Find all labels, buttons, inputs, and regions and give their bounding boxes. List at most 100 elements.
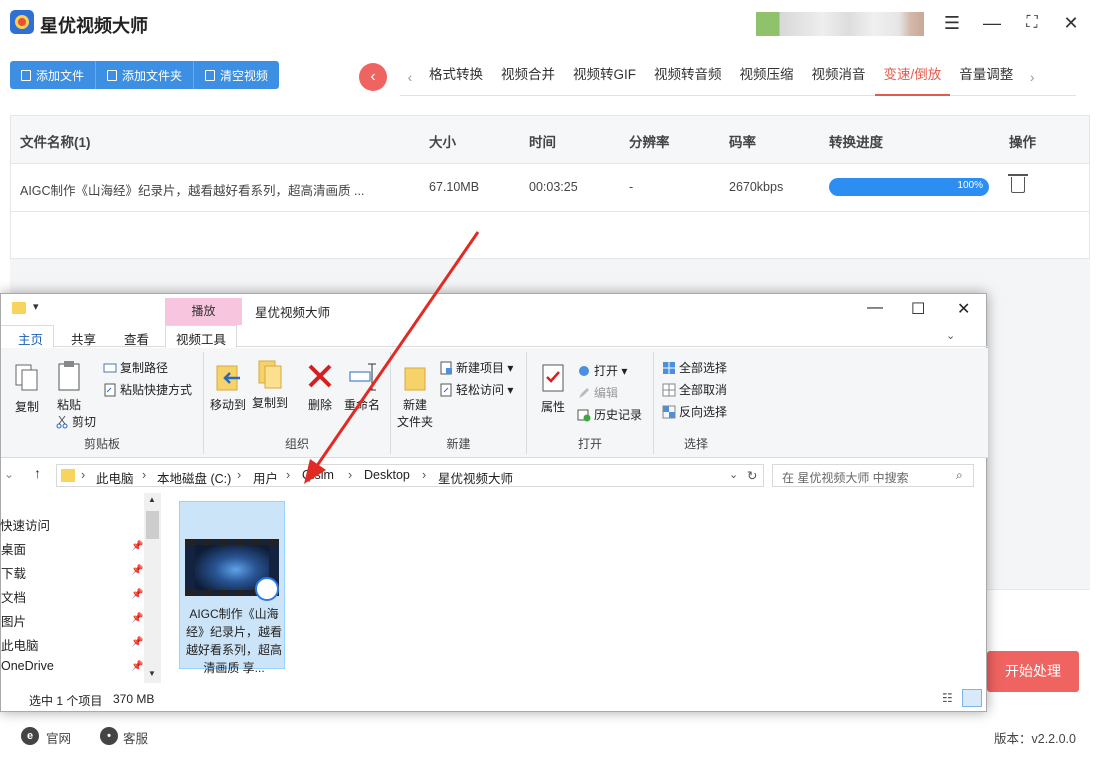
pin-icon: 📌 <box>131 541 144 552</box>
add-folder-button[interactable]: 添加文件夹 <box>96 61 195 89</box>
ribbon-tab-share[interactable]: 共享 <box>71 329 96 348</box>
add-file-button[interactable]: 添加文件 <box>10 61 97 89</box>
tab-video-compress[interactable]: 视频压缩 <box>731 58 803 96</box>
group-label-organize: 组织 <box>284 437 309 451</box>
breadcrumb-current-folder[interactable]: 星优视频大师 <box>438 468 513 487</box>
nav-downloads[interactable]: 下载 <box>1 563 26 582</box>
edit-button[interactable]: 编辑 <box>577 384 618 401</box>
group-label-select: 选择 <box>683 437 708 451</box>
tabs-prev-icon[interactable]: ‹ <box>400 69 420 85</box>
selected-count: 选中 1 个项目 <box>29 694 103 708</box>
group-label-new: 新建 <box>446 437 471 451</box>
search-input[interactable]: 在 星优视频大师 中搜索 <box>772 464 974 487</box>
folder-icon <box>61 469 75 482</box>
tab-speed-reverse[interactable]: 变速/倒放 <box>874 58 951 96</box>
paste-shortcut-button[interactable]: 粘贴快捷方式 <box>103 381 192 398</box>
website-icon[interactable]: e <box>21 727 39 745</box>
pin-icon: 📌 <box>131 637 144 648</box>
nav-documents[interactable]: 文档 <box>1 587 26 606</box>
col-actions: 操作 <box>1009 135 1036 150</box>
start-processing-button[interactable]: 开始处理 <box>987 651 1079 692</box>
rename-button[interactable]: 重命名 <box>342 360 382 413</box>
breadcrumb-this-pc[interactable]: 此电脑 <box>96 468 134 487</box>
details-view-icon[interactable]: ☷ <box>942 691 953 705</box>
tab-video-merge[interactable]: 视频合并 <box>492 58 564 96</box>
col-bitrate: 码率 <box>729 135 756 150</box>
quick-access-dropdown-icon[interactable]: ▾ <box>33 300 39 313</box>
tab-video-mute[interactable]: 视频消音 <box>803 58 875 96</box>
nav-quick-access[interactable]: 快速访问 <box>0 515 50 534</box>
collapse-left-button[interactable]: ‹ <box>359 63 387 91</box>
breadcrumb-local-disk[interactable]: 本地磁盘 (C:) <box>157 468 231 487</box>
close-button[interactable]: ✕ <box>1060 12 1082 34</box>
website-link[interactable]: 官网 <box>46 728 71 747</box>
explorer-minimize-button[interactable]: — <box>867 299 883 317</box>
breadcrumb-users[interactable]: 用户 <box>253 468 278 487</box>
copy-button[interactable]: 复制 <box>11 362 43 415</box>
nav-this-pc[interactable]: 此电脑 <box>1 635 39 654</box>
tab-video-to-audio[interactable]: 视频转音频 <box>645 58 731 96</box>
tab-format-convert[interactable]: 格式转换 <box>420 58 492 96</box>
selected-size: 370 MB <box>113 692 155 706</box>
nav-pictures[interactable]: 图片 <box>1 611 26 630</box>
up-arrow-icon[interactable]: ↑ <box>34 465 41 481</box>
video-file-item[interactable]: AIGC制作《山海经》纪录片，越看越好看系列，超高清画质 享... <box>179 501 285 675</box>
new-item-button[interactable]: 新建项目 ▾ <box>439 359 513 376</box>
ribbon-tab-video-tools[interactable]: 视频工具 <box>165 325 238 348</box>
scroll-thumb[interactable] <box>146 511 159 539</box>
tabs-next-icon[interactable]: › <box>1022 69 1042 85</box>
easy-access-icon <box>440 383 452 397</box>
easy-access-button[interactable]: 轻松访问 ▾ <box>439 381 513 398</box>
scroll-up-icon[interactable]: ▲ <box>148 495 156 504</box>
move-to-button[interactable]: 移动到 <box>208 360 248 413</box>
recent-locations-icon[interactable]: ⌄ <box>4 467 14 481</box>
select-all-button[interactable]: 全部选择 <box>662 359 727 376</box>
breadcrumb-user[interactable]: Qisim <box>302 468 334 482</box>
trash-icon <box>205 69 216 81</box>
col-duration: 时间 <box>529 135 556 150</box>
minimize-button[interactable]: — <box>981 12 1003 34</box>
select-none-button[interactable]: 全部取消 <box>662 381 727 398</box>
scroll-down-icon[interactable]: ▼ <box>148 669 156 678</box>
settings-icon[interactable]: ☰ <box>941 12 963 34</box>
paste-button[interactable]: 粘贴 <box>53 360 85 413</box>
nav-scrollbar[interactable]: ▲ ▼ <box>144 493 161 683</box>
customer-service-link[interactable]: 客服 <box>123 728 148 747</box>
tab-volume-adjust[interactable]: 音量调整 <box>950 58 1022 96</box>
properties-icon <box>542 364 564 392</box>
new-folder-button[interactable]: 新建 文件夹 <box>397 360 433 430</box>
tab-video-to-gif[interactable]: 视频转GIF <box>564 58 645 96</box>
breadcrumb-desktop[interactable]: Desktop <box>364 468 410 482</box>
file-name: AIGC制作《山海经》纪录片，越看越好看系列，超高清画质 享... <box>186 607 283 675</box>
cut-button[interactable]: 剪切 <box>55 413 96 430</box>
copy-icon <box>15 364 38 391</box>
delete-button[interactable]: 删除 <box>302 360 338 413</box>
clear-videos-button[interactable]: 清空视频 <box>194 61 280 89</box>
properties-button[interactable]: 属性 <box>535 362 571 415</box>
search-icon[interactable]: ⌕ <box>956 468 963 483</box>
ribbon-tab-home[interactable]: 主页 <box>1 325 55 348</box>
explorer-close-button[interactable]: ✕ <box>957 299 970 319</box>
large-icons-view-icon[interactable] <box>962 689 982 707</box>
nav-onedrive[interactable]: OneDrive <box>1 659 54 673</box>
file-icon <box>21 69 31 81</box>
refresh-icon[interactable]: ↻ <box>747 468 757 483</box>
ribbon-tab-view[interactable]: 查看 <box>124 329 149 348</box>
maximize-button[interactable]: ⛶ <box>1021 12 1043 34</box>
customer-service-icon[interactable]: • <box>100 727 118 745</box>
delete-row-icon[interactable] <box>1008 174 1028 193</box>
ribbon-collapse-icon[interactable]: ⌄ <box>946 329 955 342</box>
copy-path-button[interactable]: 复制路径 <box>103 359 168 376</box>
open-button[interactable]: 打开 ▾ <box>577 362 627 379</box>
address-bar[interactable]: › 此电脑 › 本地磁盘 (C:) › 用户 › Qisim › Desktop… <box>56 464 764 487</box>
select-none-icon <box>662 383 676 397</box>
address-dropdown-icon[interactable]: ⌄ <box>729 468 738 481</box>
copy-to-button[interactable]: 复制到 <box>250 358 290 411</box>
history-button[interactable]: 历史记录 <box>577 406 642 423</box>
nav-desktop[interactable]: 桌面 <box>1 539 26 558</box>
explorer-maximize-button[interactable]: ☐ <box>911 299 925 319</box>
invert-selection-button[interactable]: 反向选择 <box>662 403 727 420</box>
user-avatar[interactable] <box>756 12 924 36</box>
ctx-tab-play[interactable]: 播放 <box>165 298 242 325</box>
group-organize: 移动到 复制到 删除 重命名 组织 <box>204 352 391 454</box>
